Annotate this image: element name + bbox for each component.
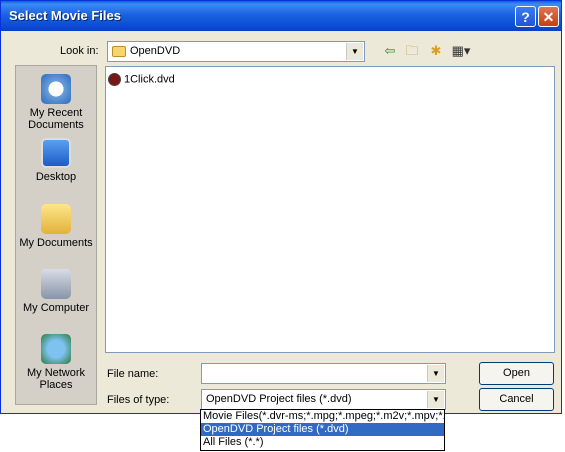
cancel-button[interactable]: Cancel (479, 388, 554, 411)
places-bar: My Recent Documents Desktop My Documents… (15, 65, 97, 405)
look-in-dropdown[interactable]: OpenDVD ▼ (107, 41, 365, 62)
file-type-option[interactable]: All Files (*.*) (201, 436, 444, 449)
view-menu-icon[interactable]: ▦▾ (449, 43, 473, 59)
place-label: My Recent Documents (28, 107, 84, 131)
select-movie-files-dialog: Select Movie Files ? ✕ Look in: OpenDVD … (0, 0, 562, 414)
file-type-option[interactable]: Movie Files(*.dvr-ms;*.mpg;*.mpeg;*.m2v;… (201, 410, 444, 423)
new-folder-icon[interactable]: ✱ (427, 43, 445, 59)
open-button[interactable]: Open (479, 362, 554, 385)
my-documents-icon (41, 204, 71, 234)
place-label: My Network Places (26, 367, 86, 391)
help-button[interactable]: ? (515, 6, 536, 27)
file-type-options-list[interactable]: Movie Files(*.dvr-ms;*.mpg;*.mpeg;*.m2v;… (200, 409, 445, 451)
place-label: My Documents (19, 237, 93, 249)
folder-icon (112, 46, 126, 57)
place-recent-documents[interactable]: My Recent Documents (16, 74, 96, 131)
place-my-documents[interactable]: My Documents (16, 204, 96, 249)
look-in-label: Look in: (60, 45, 99, 57)
file-name-input[interactable]: ▼ (201, 363, 446, 384)
look-in-value: OpenDVD (130, 45, 181, 57)
file-type-option-selected[interactable]: OpenDVD Project files (*.dvd) (201, 423, 444, 436)
place-desktop[interactable]: Desktop (16, 138, 96, 183)
title-bar[interactable]: Select Movie Files ? ✕ (1, 1, 561, 31)
file-name-label: File name: (107, 368, 159, 380)
files-of-type-value: OpenDVD Project files (*.dvd) (206, 393, 352, 405)
recent-documents-icon (41, 74, 71, 104)
my-computer-icon (41, 269, 71, 299)
dialog-title: Select Movie Files (9, 8, 121, 23)
place-label: My Computer (22, 302, 90, 314)
chevron-down-icon[interactable]: ▼ (427, 365, 444, 382)
up-folder-icon[interactable]: 🗀 (403, 43, 421, 59)
dvd-file-icon (108, 73, 121, 86)
place-label: Desktop (35, 171, 77, 183)
file-name-text: 1Click.dvd (124, 73, 175, 86)
place-my-computer[interactable]: My Computer (16, 269, 96, 314)
chevron-down-icon[interactable]: ▼ (346, 43, 363, 60)
back-arrow-icon[interactable]: ⇦ (381, 43, 399, 59)
file-list[interactable]: 1Click.dvd (105, 66, 555, 353)
file-item[interactable]: 1Click.dvd (108, 73, 175, 86)
desktop-icon (41, 138, 71, 168)
files-of-type-label: Files of type: (107, 394, 170, 406)
files-of-type-dropdown[interactable]: OpenDVD Project files (*.dvd) ▼ (201, 389, 446, 410)
place-my-network[interactable]: My Network Places (16, 334, 96, 391)
chevron-down-icon[interactable]: ▼ (427, 391, 444, 408)
close-button[interactable]: ✕ (538, 6, 559, 27)
network-places-icon (41, 334, 71, 364)
